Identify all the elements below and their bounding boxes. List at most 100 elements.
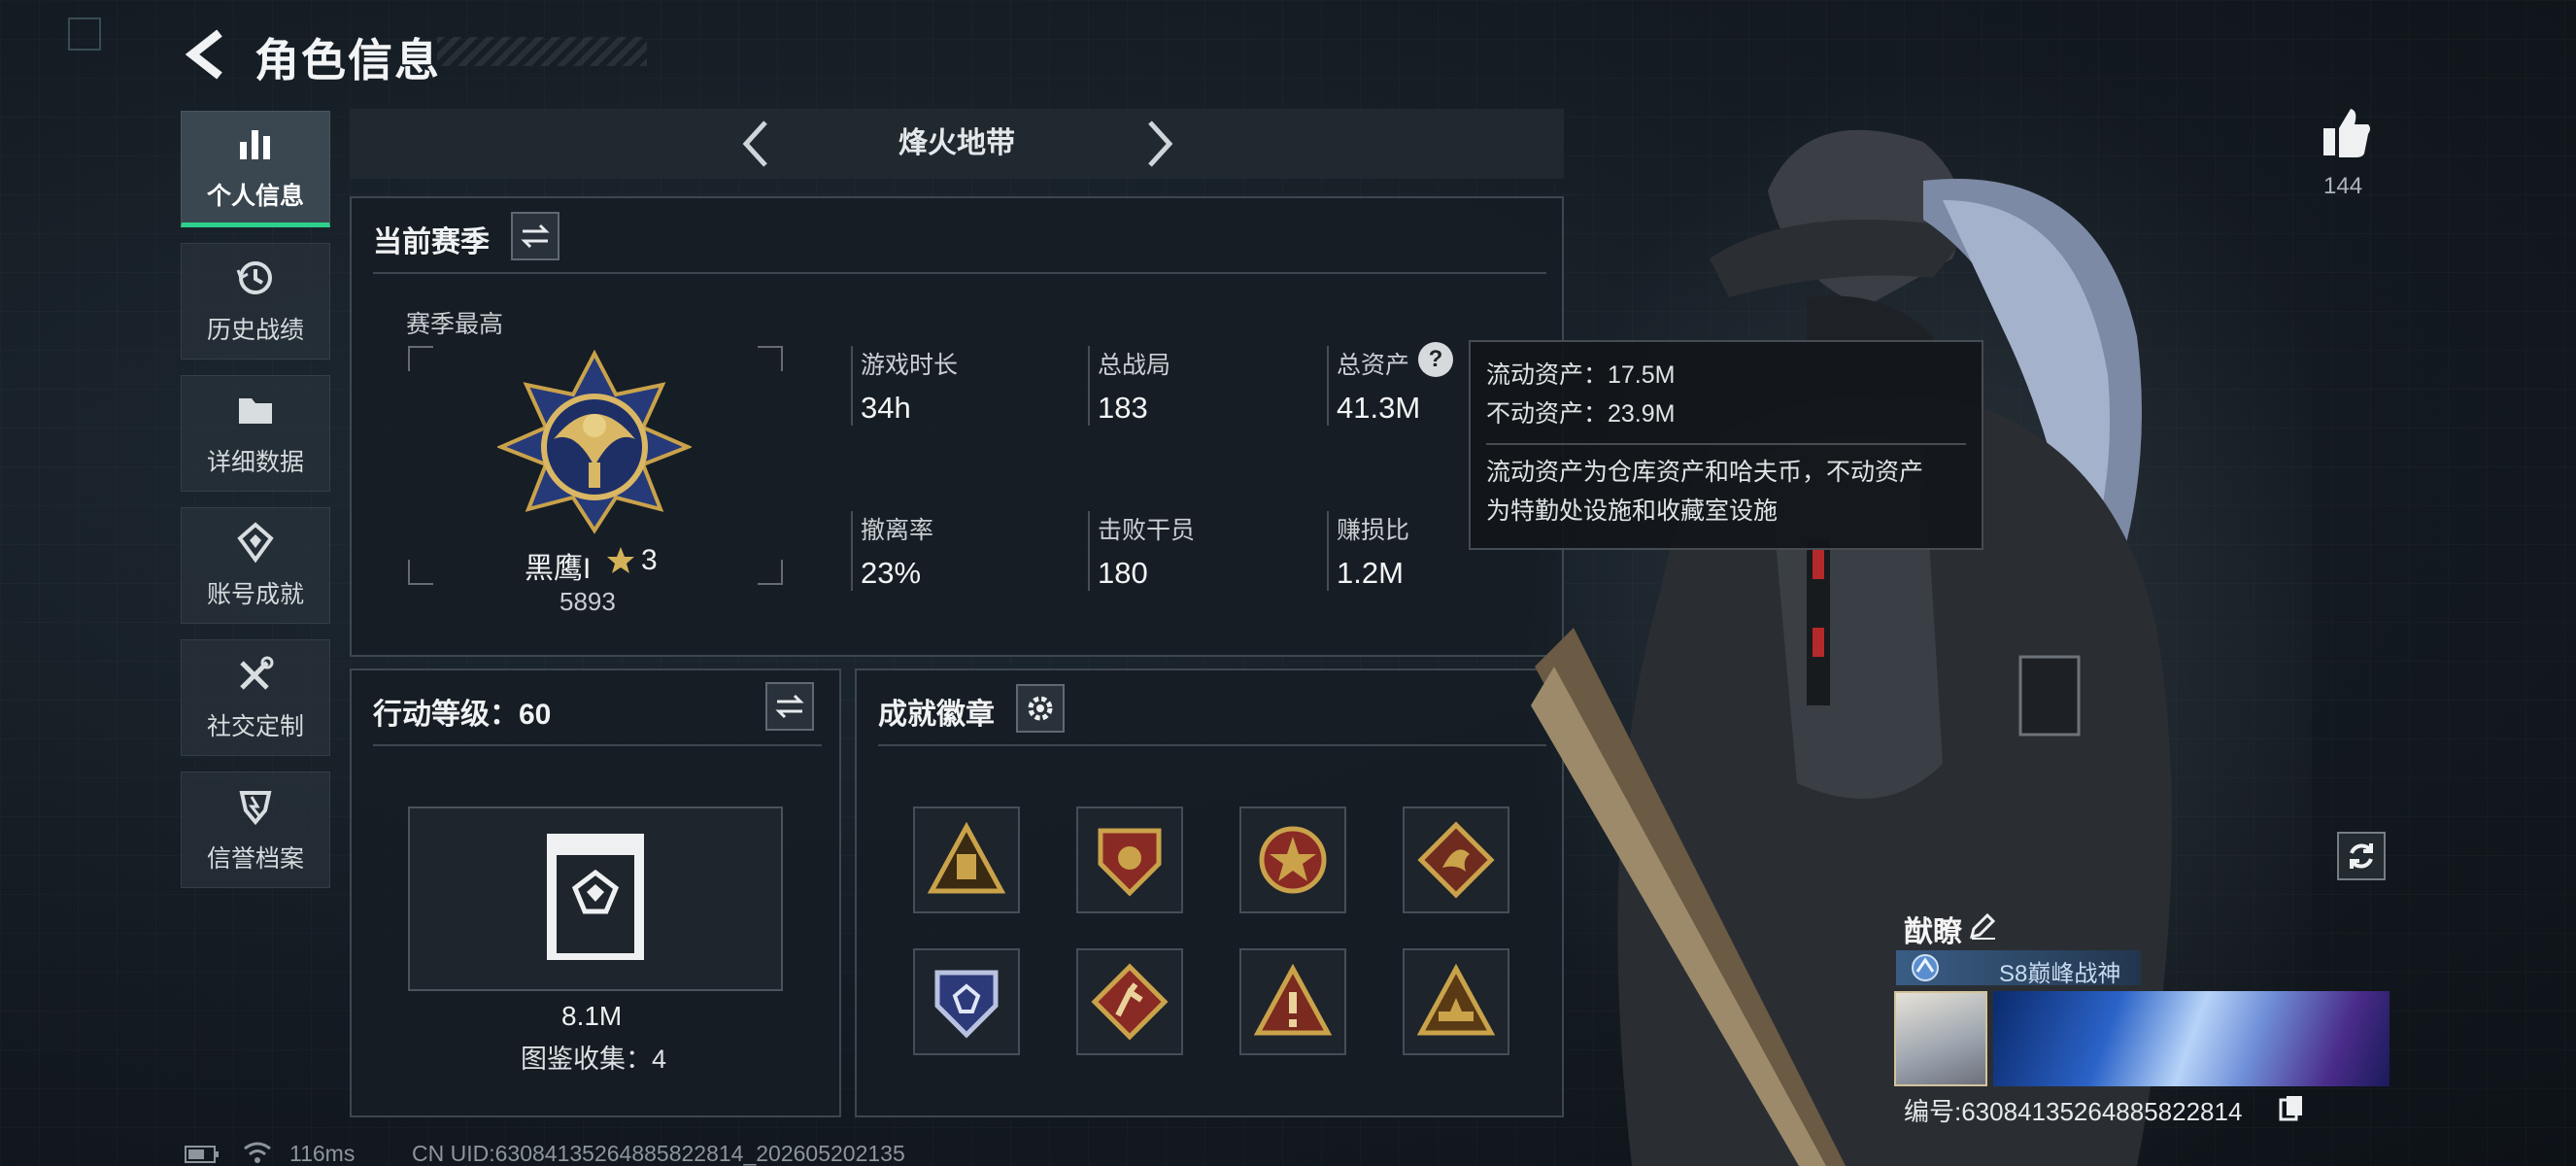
nav-item-achievements[interactable]: 账号成就	[181, 507, 330, 624]
stat-label-playtime: 游戏时长	[861, 352, 959, 379]
stat-value-extract-rate: 23%	[861, 556, 922, 590]
badge-slot[interactable]	[1403, 806, 1509, 913]
star-icon	[607, 547, 634, 573]
shield-icon	[239, 791, 272, 826]
title-emblem-icon	[1912, 954, 1939, 981]
rank-name: 黑鹰I	[525, 553, 592, 585]
chevron-left-icon[interactable]	[736, 117, 775, 171]
swap-icon	[521, 223, 550, 249]
frame-corner	[758, 560, 783, 585]
rank-emblem-icon	[497, 350, 692, 534]
collection-value: 8.1M	[561, 1001, 623, 1031]
stat-label-extract-rate: 撤离率	[861, 517, 934, 544]
badge-tank-icon	[1417, 963, 1495, 1036]
player-title: S8巅峰战神	[1999, 961, 2121, 987]
frame-corner	[408, 560, 433, 585]
tooltip-desc-line1: 流动资产为仓库资产和哈夫币，不动资产	[1486, 459, 1924, 486]
stat-label-matches: 总战局	[1098, 352, 1171, 379]
nav-item-social[interactable]: 社交定制	[181, 639, 330, 756]
ping-text: 116ms	[289, 1141, 356, 1166]
rotate-button[interactable]	[2337, 832, 2386, 880]
tooltip-divider	[1486, 443, 1966, 445]
chevron-right-icon[interactable]	[1140, 117, 1179, 171]
tooltip-liquid-assets: 流动资产：17.5M	[1486, 361, 1676, 389]
footer-uid: CN UID:63084135264885822814_202605202135	[412, 1141, 905, 1166]
help-icon[interactable]: ?	[1418, 342, 1453, 377]
nav-label: 个人信息	[206, 183, 304, 210]
season-divider	[373, 272, 1546, 274]
back-arrow-icon[interactable]	[183, 27, 231, 82]
badges-title: 成就徽章	[878, 699, 995, 731]
badge-star-icon	[1259, 826, 1327, 894]
badge-slot[interactable]	[1239, 806, 1346, 913]
corner-mark	[68, 17, 101, 51]
copy-icon[interactable]	[2279, 1094, 2304, 1121]
stat-label-kills: 击败干员	[1098, 517, 1196, 544]
stat-value-total-assets: 41.3M	[1337, 391, 1421, 425]
player-name: 猷瞭	[1904, 916, 1962, 948]
mode-selector: 烽火地带	[350, 109, 1564, 179]
tools-icon	[240, 656, 274, 690]
page-title: 角色信息	[254, 35, 441, 86]
edit-icon[interactable]	[1968, 911, 1997, 941]
player-banner	[1993, 991, 2390, 1086]
thumbs-up-icon[interactable]	[2320, 105, 2374, 159]
history-icon	[236, 261, 272, 294]
achievement-icon	[237, 522, 274, 564]
collection-case-icon	[547, 834, 644, 960]
folder-icon	[239, 398, 272, 424]
badge-triangle-icon	[928, 821, 1005, 894]
badge-slot[interactable]	[913, 806, 1020, 913]
stat-separator	[851, 511, 853, 591]
nav-label: 信誉档案	[206, 845, 304, 873]
badges-settings-button[interactable]	[1016, 684, 1065, 733]
nav-label: 账号成就	[206, 581, 304, 608]
stat-value-matches: 183	[1098, 391, 1148, 425]
stat-separator	[1088, 511, 1090, 591]
like-count: 144	[2323, 173, 2363, 199]
season-switch-button[interactable]	[511, 212, 559, 260]
season-best-label: 赛季最高	[406, 311, 504, 338]
avatar[interactable]	[1894, 991, 1987, 1086]
action-level-title: 行动等级：60	[373, 699, 552, 731]
badges-divider	[878, 744, 1546, 746]
stat-value-kills: 180	[1098, 556, 1148, 590]
tooltip-fixed-assets: 不动资产：23.9M	[1486, 400, 1676, 428]
stat-separator	[1327, 511, 1329, 591]
nav-item-detail-data[interactable]: 详细数据	[181, 375, 330, 492]
badge-shield-icon	[1098, 828, 1162, 897]
action-level-divider	[373, 744, 822, 746]
action-level-switch-button[interactable]	[765, 682, 814, 731]
badge-slot[interactable]	[1403, 948, 1509, 1055]
season-title: 当前赛季	[373, 226, 490, 258]
frame-corner	[408, 346, 433, 371]
nav-item-history[interactable]: 历史战绩	[181, 243, 330, 360]
bar-chart-icon	[240, 130, 270, 159]
stat-value-profit-ratio: 1.2M	[1337, 556, 1404, 590]
refresh-icon	[2350, 843, 2373, 869]
battery-icon	[185, 1146, 219, 1163]
tooltip-desc-line2: 为特勤处设施和收藏室设施	[1486, 497, 1779, 525]
stat-label-total-assets: 总资产	[1337, 352, 1410, 379]
badge-warning-icon	[1254, 963, 1332, 1036]
rank-score: 5893	[559, 587, 616, 616]
badge-slot[interactable]	[913, 948, 1020, 1055]
nav-item-personal-info[interactable]: 个人信息	[181, 111, 330, 227]
badge-blue-shield-icon	[934, 970, 999, 1039]
frame-corner	[758, 346, 783, 371]
collection-count: 图鉴收集：4	[521, 1045, 667, 1074]
wifi-icon	[244, 1142, 271, 1163]
stat-separator	[851, 346, 853, 426]
gear-icon	[1028, 696, 1053, 721]
player-uid: 编号:63084135264885822814	[1904, 1097, 2243, 1126]
nav-item-credit[interactable]: 信誉档案	[181, 772, 330, 888]
badge-runner-icon	[1091, 963, 1169, 1041]
badge-slot[interactable]	[1239, 948, 1346, 1055]
title-decoration	[437, 37, 647, 66]
badge-slot[interactable]	[1076, 948, 1183, 1055]
badge-slot[interactable]	[1076, 806, 1183, 913]
stat-value-playtime: 34h	[861, 391, 911, 425]
badge-dragon-icon	[1417, 821, 1495, 899]
nav-label: 详细数据	[206, 449, 304, 476]
rank-stars: 3	[641, 544, 658, 576]
